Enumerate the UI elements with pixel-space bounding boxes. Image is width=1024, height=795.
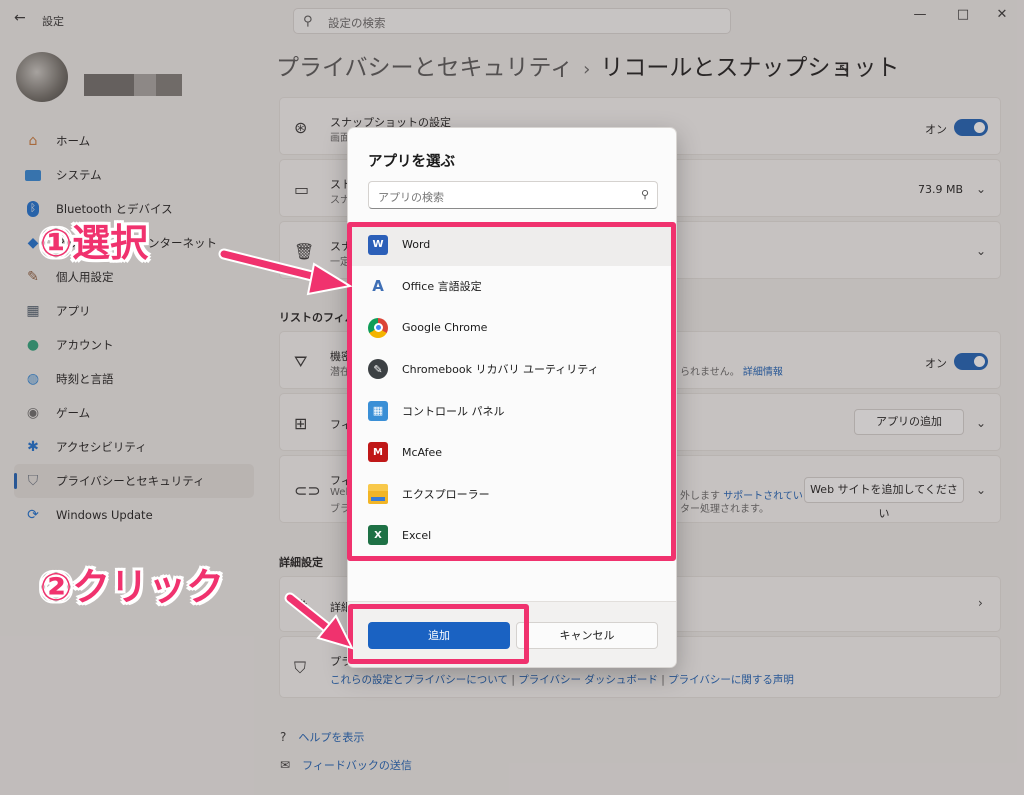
step2-arrow [284,592,354,650]
add-button-highlight-box [348,604,529,664]
search-icon: ⚲ [640,188,649,201]
selection-highlight-box [347,222,676,561]
app-search-placeholder: アプリの検索 [378,191,444,204]
step1-arrow [218,248,353,296]
dialog-title: アプリを選ぶ [368,154,455,170]
step2-annotation: ②クリック [40,565,225,609]
app-search-input[interactable]: アプリの検索 ⚲ [368,181,658,209]
cancel-button[interactable]: キャンセル [516,622,658,649]
step1-annotation: ①選択 [40,221,149,265]
